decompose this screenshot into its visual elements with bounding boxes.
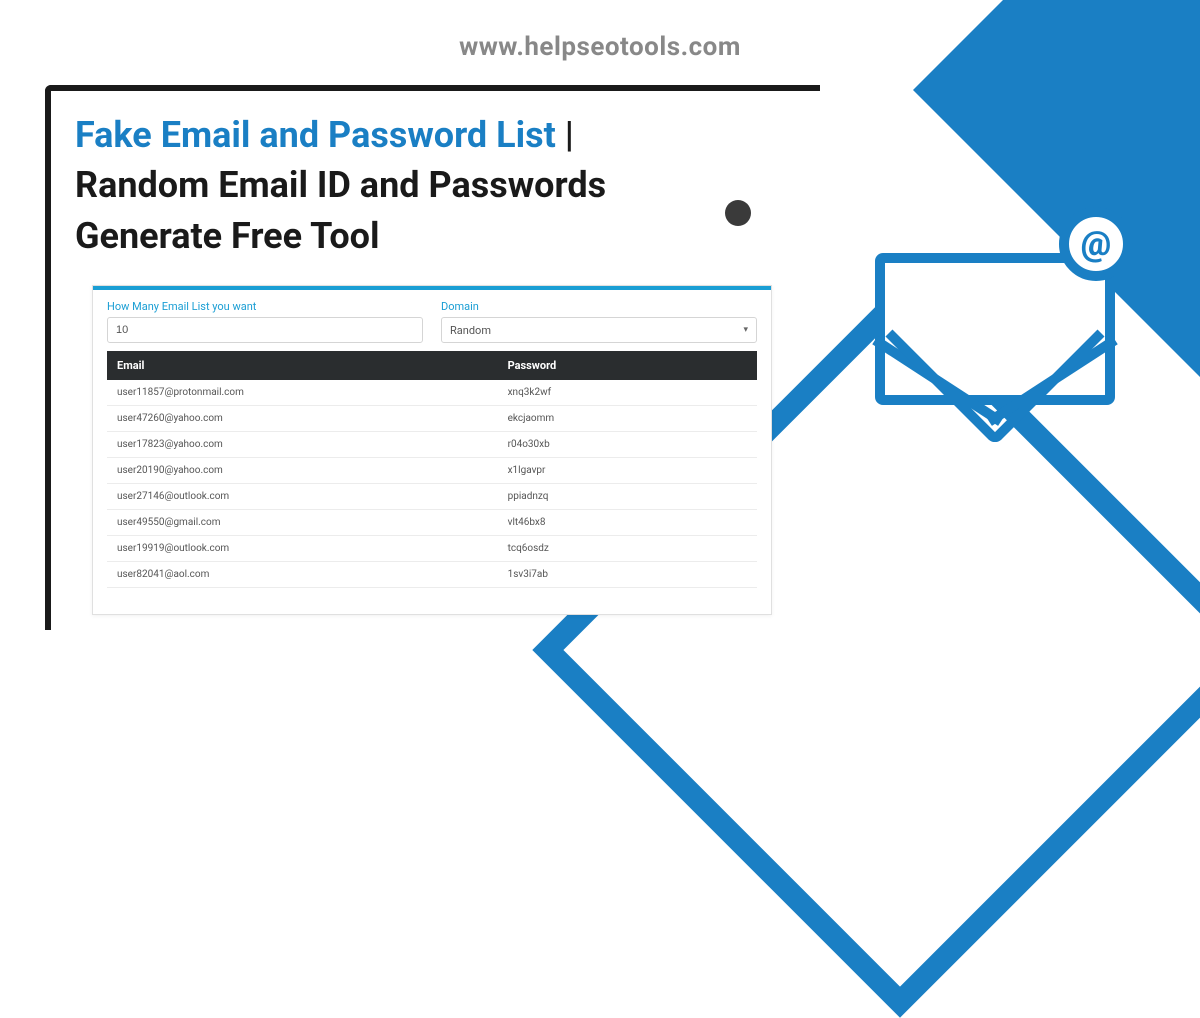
table-row: user47260@yahoo.com ekcjaomm [107, 406, 757, 432]
at-symbol-badge: @ [1059, 207, 1133, 281]
cell-password: vlt46bx8 [508, 517, 747, 528]
table-row: user82041@aol.com 1sv3i7ab [107, 562, 757, 588]
cell-email: user19919@outlook.com [117, 543, 508, 554]
cell-password: ppiadnzq [508, 491, 747, 502]
count-input[interactable] [107, 317, 423, 343]
cell-password: tcq6osdz [508, 543, 747, 554]
frame-border-top [45, 85, 820, 91]
cell-password: r04o30xb [508, 439, 747, 450]
header-email: Email [117, 359, 508, 372]
table-row: user27146@outlook.com ppiadnzq [107, 484, 757, 510]
cell-email: user27146@outlook.com [117, 491, 508, 502]
envelope-icon: @ [875, 225, 1115, 405]
cell-email: user47260@yahoo.com [117, 413, 508, 424]
cell-email: user82041@aol.com [117, 569, 508, 580]
domain-selected-value: Random [450, 324, 491, 337]
count-label: How Many Email List you want [107, 300, 423, 313]
cell-email: user20190@yahoo.com [117, 465, 508, 476]
chevron-down-icon: ▾ [743, 325, 748, 335]
results-table: Email Password user11857@protonmail.com … [107, 351, 757, 588]
connector-dot-icon [725, 200, 751, 226]
cell-email: user17823@yahoo.com [117, 439, 508, 450]
cell-password: x1lgavpr [508, 465, 747, 476]
table-header: Email Password [107, 351, 757, 380]
generator-panel: How Many Email List you want Domain Rand… [92, 285, 772, 615]
header-password: Password [508, 359, 747, 372]
frame-border-left [45, 85, 51, 630]
table-row: user19919@outlook.com tcq6osdz [107, 536, 757, 562]
table-row: user20190@yahoo.com x1lgavpr [107, 458, 757, 484]
cell-email: user49550@gmail.com [117, 517, 508, 528]
title-accent-text: Fake Email and Password List [75, 114, 556, 156]
site-url: www.helpseotools.com [459, 32, 741, 62]
table-row: user17823@yahoo.com r04o30xb [107, 432, 757, 458]
table-row: user11857@protonmail.com xnq3k2wf [107, 380, 757, 406]
title-separator: | [556, 114, 574, 156]
cell-email: user11857@protonmail.com [117, 387, 508, 398]
title-rest-text: Random Email ID and Passwords Generate F… [75, 164, 606, 256]
cell-password: 1sv3i7ab [508, 569, 747, 580]
cell-password: ekcjaomm [508, 413, 747, 424]
domain-select[interactable]: Random ▾ [441, 317, 757, 343]
form-row: How Many Email List you want Domain Rand… [93, 290, 771, 351]
cell-password: xnq3k2wf [508, 387, 747, 398]
table-row: user49550@gmail.com vlt46bx8 [107, 510, 757, 536]
domain-label: Domain [441, 300, 757, 313]
page-title: Fake Email and Password List | Random Em… [75, 110, 715, 261]
